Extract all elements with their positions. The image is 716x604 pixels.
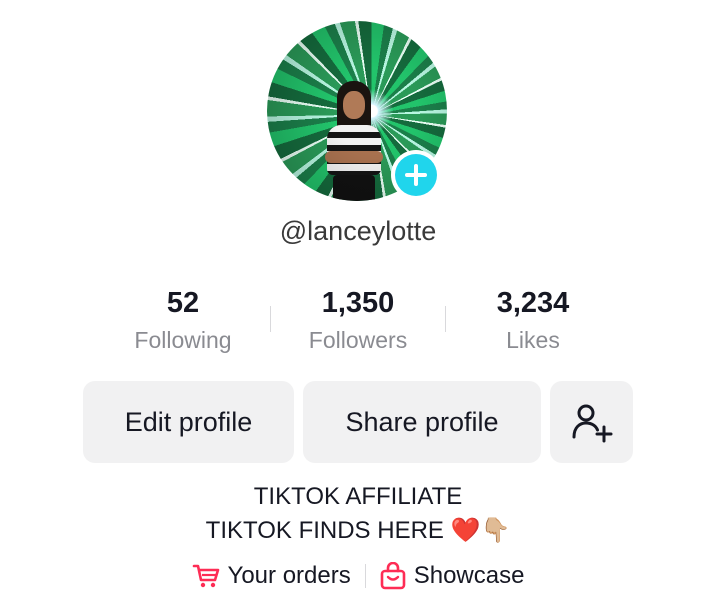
showcase-label: Showcase bbox=[413, 562, 525, 589]
edit-profile-label: Edit profile bbox=[124, 406, 253, 437]
add-friend-button[interactable] bbox=[550, 381, 633, 463]
profile-photo bbox=[323, 81, 385, 201]
stat-followers[interactable]: 1,350 Followers bbox=[271, 286, 445, 354]
profile-avatar-container[interactable] bbox=[267, 21, 447, 201]
likes-label: Likes bbox=[506, 327, 560, 353]
likes-count: 3,234 bbox=[496, 287, 570, 319]
bio-line-2: TIKTOK FINDS HERE ❤️👇🏼 bbox=[205, 517, 511, 544]
add-friend-icon bbox=[571, 401, 613, 443]
share-profile-label: Share profile bbox=[345, 406, 499, 437]
profile-links: Your orders Showcase bbox=[0, 562, 716, 590]
profile-stats: 52 Following 1,350 Followers 3,234 Likes bbox=[96, 286, 620, 354]
showcase-link[interactable]: Showcase bbox=[380, 562, 525, 590]
cart-icon bbox=[192, 563, 220, 589]
your-orders-label: Your orders bbox=[227, 562, 351, 589]
bio-line-1: TIKTOK AFFILIATE bbox=[253, 483, 463, 510]
share-profile-button[interactable]: Share profile bbox=[303, 381, 541, 463]
profile-bio: TIKTOK AFFILIATE TIKTOK FINDS HERE ❤️👇🏼 bbox=[0, 480, 716, 548]
username: @lanceylotte bbox=[279, 216, 437, 246]
stat-following[interactable]: 52 Following bbox=[96, 286, 270, 354]
your-orders-link[interactable]: Your orders bbox=[192, 562, 351, 590]
plus-icon bbox=[395, 154, 437, 196]
followers-label: Followers bbox=[308, 327, 408, 353]
following-count: 52 bbox=[166, 287, 200, 319]
edit-profile-button[interactable]: Edit profile bbox=[83, 381, 294, 463]
add-avatar-button[interactable] bbox=[391, 150, 441, 200]
stat-likes[interactable]: 3,234 Likes bbox=[446, 286, 620, 354]
links-divider bbox=[364, 564, 366, 588]
followers-count: 1,350 bbox=[321, 287, 395, 319]
following-label: Following bbox=[134, 327, 232, 353]
shopping-bag-icon bbox=[380, 562, 406, 590]
